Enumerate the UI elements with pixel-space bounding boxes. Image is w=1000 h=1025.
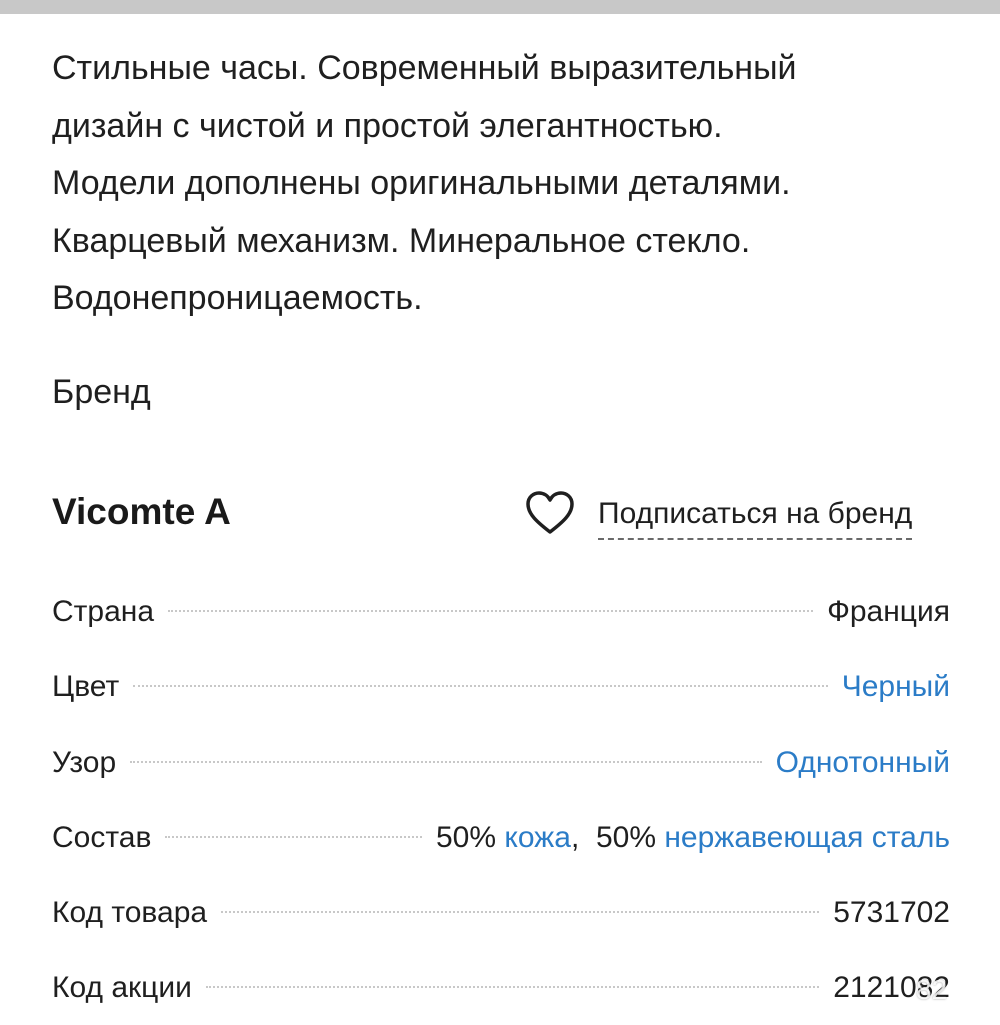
dotted-leader <box>221 911 820 914</box>
composition-percent: 50% <box>435 820 497 854</box>
attribute-name: Цвет <box>52 670 120 704</box>
color-link[interactable]: Черный <box>842 661 950 713</box>
attribute-name: Узор <box>52 745 117 779</box>
material-link-leather[interactable]: кожа <box>504 821 571 854</box>
attribute-name: Состав <box>52 820 152 854</box>
attribute-value: Франция <box>827 595 950 628</box>
material-link-steel[interactable]: нержавеющая сталь <box>664 821 950 854</box>
attribute-row-promo-code: Код акции 2121082 <box>52 962 950 1025</box>
attribute-row-color: Цвет Черный <box>52 661 950 736</box>
attribute-value: 5731702 <box>833 896 950 930</box>
attribute-row-product-code: Код товара 5731702 <box>52 887 950 962</box>
pattern-link[interactable]: Однотонный <box>776 737 950 789</box>
product-description: Стильные часы. Современный выразительный… <box>52 49 797 317</box>
brand-name[interactable]: Vicomte A <box>52 484 231 540</box>
attribute-value: 2121082 <box>833 971 950 1005</box>
attribute-name: Код товара <box>52 896 208 930</box>
dotted-leader <box>205 986 820 989</box>
composition-separator: , <box>570 820 580 854</box>
subscribe-brand-label[interactable]: Подписаться на бренд <box>598 496 913 540</box>
subscribe-brand-button[interactable]: Подписаться на бренд <box>522 485 913 541</box>
attribute-row-pattern: Узор Однотонный <box>52 737 950 812</box>
dotted-leader <box>165 835 422 838</box>
product-attributes-list: Страна Франция Цвет Черный Узор Однотонн… <box>52 586 950 1025</box>
top-status-bar <box>0 0 1000 14</box>
attribute-name: Код акции <box>52 971 192 1005</box>
attribute-name: Страна <box>52 595 155 628</box>
composition-percent: 50% <box>595 820 656 854</box>
dotted-leader <box>130 760 762 763</box>
dotted-leader <box>168 610 814 612</box>
attribute-row-composition: Состав 50% кожа, 50% нержавеющая сталь <box>52 812 950 887</box>
dotted-leader <box>133 685 828 688</box>
heart-icon[interactable] <box>522 485 578 541</box>
brand-section-label: Бренд <box>52 373 151 411</box>
composition-value: 50% кожа, 50% нержавеющая сталь <box>436 812 950 864</box>
attribute-row-country: Страна Франция <box>52 586 950 661</box>
